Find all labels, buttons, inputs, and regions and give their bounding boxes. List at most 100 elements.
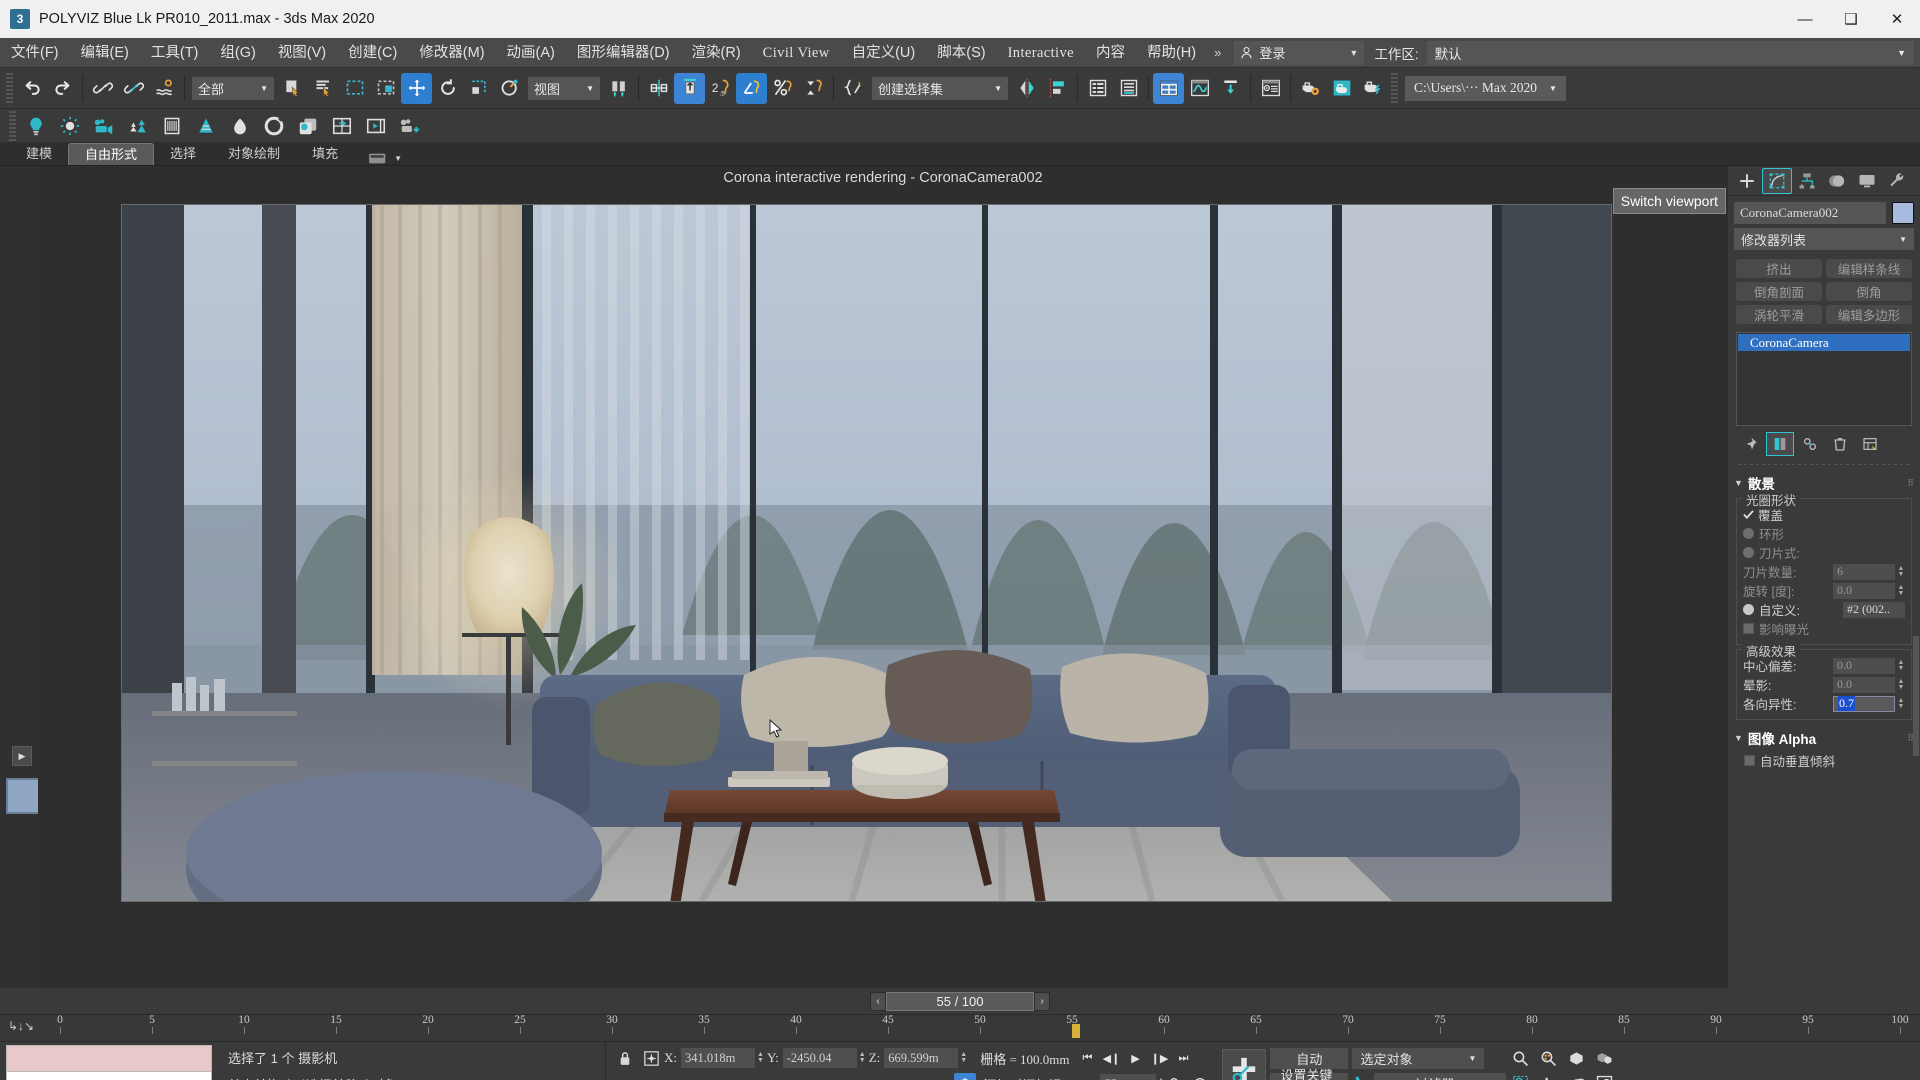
unlink-selection-icon[interactable] (118, 73, 149, 104)
minimize-button[interactable]: — (1782, 0, 1828, 38)
select-and-rotate-icon[interactable] (432, 73, 463, 104)
select-and-scale-icon[interactable] (463, 73, 494, 104)
maximize-button[interactable]: ❑ (1828, 0, 1874, 38)
create-tab[interactable] (1732, 168, 1762, 194)
menu-item-rendering[interactable]: 渲染(R) (681, 38, 752, 68)
modifier-turbosmooth-button[interactable]: 涡轮平滑 (1736, 305, 1822, 324)
modifier-bevel-profile-button[interactable]: 倒角剖面 (1736, 282, 1822, 301)
camera-add-icon[interactable] (393, 112, 427, 140)
tree-icon[interactable] (121, 112, 155, 140)
use-pivot-point-center-icon[interactable] (603, 73, 634, 104)
command-panel-scrollbar[interactable] (1913, 636, 1919, 756)
spinner-icon[interactable]: ▲▼ (857, 1051, 866, 1064)
menu-item-civil-view[interactable]: Civil View (752, 38, 841, 68)
time-configuration-icon[interactable] (1188, 1073, 1212, 1080)
camera-icon[interactable] (87, 112, 121, 140)
cone-icon[interactable] (189, 112, 223, 140)
modify-tab[interactable] (1762, 167, 1792, 194)
schematic-view-icon[interactable] (1215, 73, 1246, 104)
ribbon-display-options[interactable]: ▼ (368, 152, 402, 165)
zoom-extents-icon[interactable] (1562, 1046, 1590, 1071)
close-button[interactable]: ✕ (1874, 0, 1920, 38)
align-icon[interactable] (674, 72, 705, 104)
percent-snap-toggle-icon[interactable] (767, 73, 798, 104)
track-bar[interactable]: ↳↓↘ 0 5 10 15 20 25 30 35 40 45 50 55 60 65 70 75 80 85 90… (0, 1014, 1920, 1042)
hierarchy-tab[interactable] (1792, 168, 1822, 194)
vignetting-field[interactable]: 0.0 (1833, 676, 1895, 693)
menu-item-content[interactable]: 内容 (1085, 38, 1136, 68)
zoom-extents-selected-icon[interactable] (1590, 1046, 1618, 1071)
maximize-viewport-icon[interactable] (1590, 1071, 1618, 1080)
pin-stack-icon[interactable] (1736, 432, 1764, 456)
key-filters-button[interactable]: 过滤器... (1374, 1073, 1507, 1080)
center-bias-field[interactable]: 0.0 (1833, 657, 1895, 674)
mirror-icon[interactable] (643, 73, 674, 104)
pan-icon[interactable] (1534, 1071, 1562, 1080)
sign-in-button[interactable]: 登录 ▼ (1234, 40, 1365, 65)
rail-play-button[interactable]: ▶ (12, 746, 32, 766)
spinner-icon[interactable]: ▲▼ (1897, 659, 1905, 672)
anisotropy-row[interactable]: 各向异性: 0.7 ▲ ▼ (1743, 694, 1905, 713)
blade-count-field[interactable]: 6 (1833, 563, 1895, 580)
time-ruler[interactable]: 0 5 10 15 20 25 30 35 40 45 50 55 60 65 70 75 80 85 90 95 10… (57, 1014, 1909, 1043)
zoom-icon[interactable] (1506, 1046, 1534, 1071)
menu-item-create[interactable]: 创建(C) (337, 38, 408, 68)
shape-icon[interactable] (223, 112, 257, 140)
menu-item-edit[interactable]: 编辑(E) (70, 38, 140, 68)
rail-color-swatch[interactable] (6, 778, 40, 814)
curve-editor-icon[interactable] (1184, 73, 1215, 104)
make-unique-icon[interactable] (1796, 432, 1824, 456)
rotation-row[interactable]: 旋转 [度]: 0.0 ▲ ▼ (1743, 581, 1905, 600)
ribbon-tab-selection[interactable]: 选择 (154, 143, 212, 165)
menu-item-file[interactable]: 文件(F) (0, 38, 70, 68)
modifier-edit-spline-button[interactable]: 编辑样条线 (1826, 259, 1912, 278)
coord-y[interactable]: Y: -2450.04 ▲ ▼ (767, 1048, 866, 1068)
absolute-relative-toggle[interactable] (638, 1050, 664, 1066)
frame-stepper-icon[interactable]: ◀▶ (1076, 1073, 1100, 1080)
show-end-result-icon[interactable] (1766, 432, 1794, 456)
object-name-field[interactable]: CoronaCamera002 (1734, 202, 1886, 224)
ring-option-row[interactable]: 环形 (1743, 524, 1905, 543)
select-and-move-icon[interactable] (401, 72, 432, 104)
custom-option-row[interactable]: 自定义: #2 (002.. (1743, 600, 1905, 619)
edit-named-selection-sets-icon[interactable] (838, 73, 869, 104)
object-color-swatch[interactable] (1892, 202, 1914, 224)
listener-output-pane[interactable] (7, 1046, 211, 1072)
modifier-list-dropdown[interactable]: 修改器列表 ▼ (1734, 228, 1914, 250)
media-icon[interactable] (359, 112, 393, 140)
render-setup-icon[interactable] (1295, 73, 1326, 104)
project-path-dropdown[interactable]: C:\Users\··· Max 2020 ▼ (1405, 75, 1566, 101)
go-to-start-icon[interactable]: ⏮ (1076, 1047, 1100, 1069)
reference-coordinate-dropdown[interactable]: 视图 ▼ (528, 76, 600, 100)
coord-y-value[interactable]: -2450.04 (782, 1048, 857, 1068)
grid-fit-icon[interactable] (325, 112, 359, 140)
workspace-dropdown[interactable]: 默认 ▼ (1426, 40, 1914, 65)
orbit-icon[interactable] (1562, 1071, 1590, 1080)
undo-icon[interactable] (16, 73, 47, 104)
menu-item-customize[interactable]: 自定义(U) (841, 38, 927, 68)
book-icon[interactable] (155, 112, 189, 140)
spinner-snap-toggle-icon[interactable] (798, 73, 829, 104)
render-production-icon[interactable] (1357, 73, 1388, 104)
selection-filter-dropdown[interactable]: 全部 ▼ (192, 76, 274, 100)
time-slider[interactable]: ‹ 55 / 100 › (870, 991, 1050, 1011)
ribbon-tab-object-paint[interactable]: 对象绘制 (212, 143, 296, 165)
key-tangent-icon[interactable] (1352, 1076, 1374, 1080)
layer-manager-icon[interactable] (1082, 73, 1113, 104)
toolbar-grip-right[interactable] (1391, 73, 1398, 103)
ribbon-tab-populate[interactable]: 填充 (296, 143, 354, 165)
coord-z[interactable]: Z: 669.599m ▲ ▼ (869, 1048, 967, 1068)
ribbon-tab-modeling[interactable]: 建模 (10, 143, 68, 165)
menu-item-graph-editors[interactable]: 图形编辑器(D) (566, 38, 681, 68)
scene-explorer-icon[interactable] (1113, 73, 1144, 104)
go-to-end-icon[interactable]: ⏭ (1172, 1047, 1196, 1069)
ruler-current-frame-marker[interactable] (1072, 1024, 1080, 1038)
redo-icon[interactable] (47, 73, 78, 104)
rectangular-selection-region-icon[interactable] (339, 73, 370, 104)
workspace-selector[interactable]: 工作区: 默认 ▼ (1374, 40, 1914, 65)
zoom-region-icon[interactable] (1506, 1071, 1534, 1080)
rendered-frame-window-icon[interactable] (1326, 73, 1357, 104)
snaps-toggle-icon[interactable]: 2.5 (705, 73, 736, 104)
angle-snap-toggle-icon[interactable] (736, 72, 767, 104)
menu-item-help[interactable]: 帮助(H) (1136, 38, 1207, 68)
